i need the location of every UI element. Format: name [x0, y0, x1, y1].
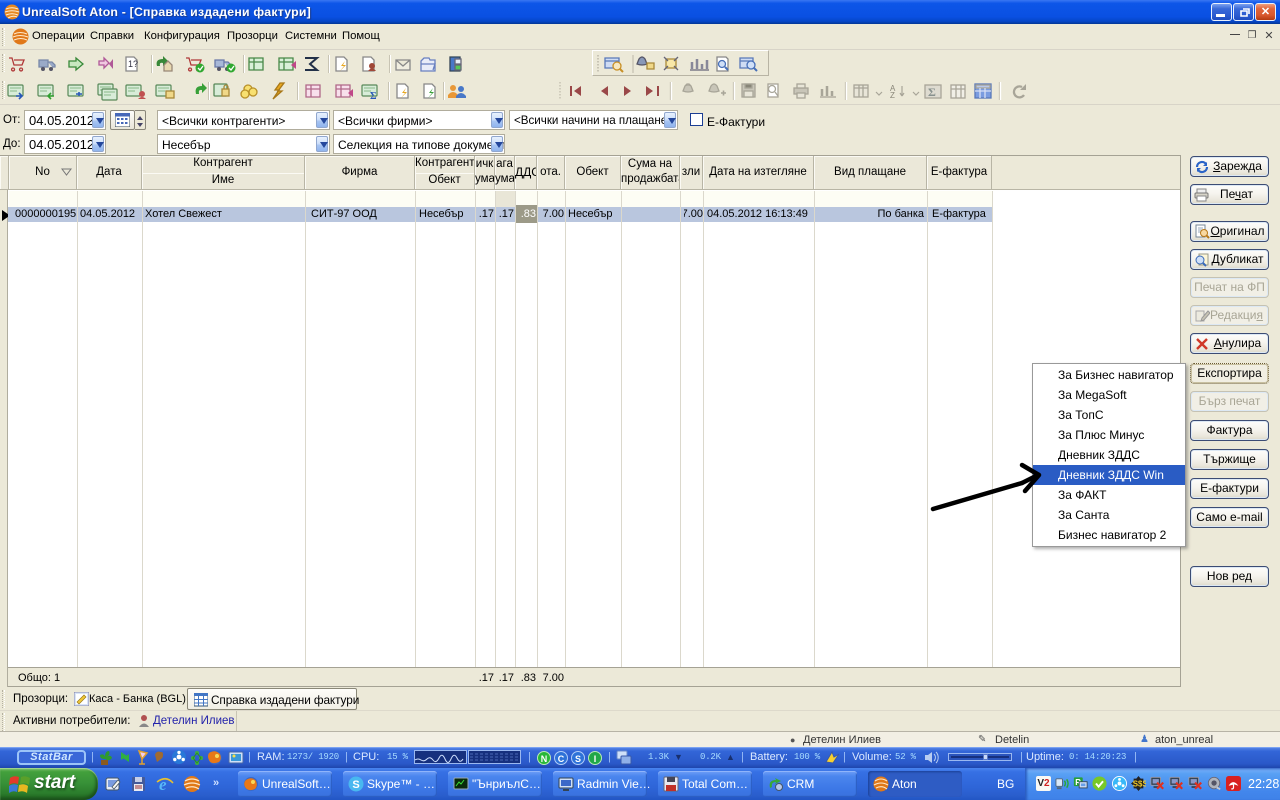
svg-text:Σ: Σ	[928, 85, 936, 99]
svg-text:1?: 1?	[128, 59, 138, 69]
svg-text:S: S	[352, 779, 359, 791]
svg-text:Z: Z	[890, 91, 895, 100]
svg-text:Σ: Σ	[370, 91, 377, 102]
svg-text:e: e	[159, 775, 167, 793]
svg-text:S$S: S$S	[1133, 780, 1146, 789]
